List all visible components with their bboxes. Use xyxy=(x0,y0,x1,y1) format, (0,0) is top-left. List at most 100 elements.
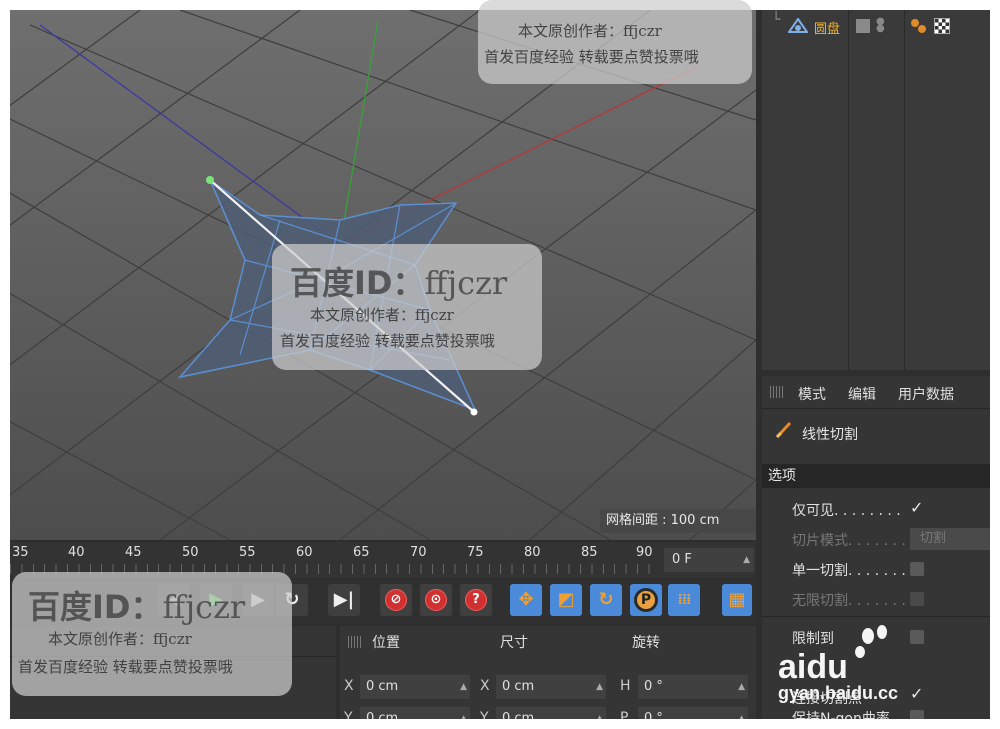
render-dots-icon[interactable]: ● ● xyxy=(876,17,885,34)
rotation-p-field[interactable]: 0 ° ▲▼ xyxy=(638,707,748,719)
tick-label: 35 xyxy=(12,545,29,560)
size-x-field[interactable]: 0 cm ▲▼ xyxy=(496,675,606,716)
scale-icon: ◩ xyxy=(557,589,575,610)
rotation-h-field[interactable]: 0 ° ▲▼ xyxy=(638,675,748,716)
parameter-key-button[interactable]: P xyxy=(630,584,662,616)
object-manager: └ 圆盘 ● ● xyxy=(762,10,990,370)
watermark-author: 本文原创作者：ffjczr xyxy=(48,630,192,648)
size-header: 尺寸 xyxy=(500,635,528,651)
watermark-notice: 首发百度经验 转载要点赞投票哦 xyxy=(484,48,699,66)
panel-grip-icon[interactable] xyxy=(348,636,362,648)
object-name[interactable]: 圆盘 xyxy=(814,18,840,37)
scale-key-button[interactable]: ◩ xyxy=(550,584,582,616)
watermark-author: 本文原创作者：ffjczr xyxy=(310,306,454,324)
axis-label: X xyxy=(344,678,354,694)
axis-label: P xyxy=(620,710,629,719)
coordinate-manager: 位置 尺寸 旋转 X 0 cm ▲▼ X 0 cm ▲▼ H 0 ° ▲▼ Y 0 c… xyxy=(340,626,756,719)
baidu-site-text: gyan.baidu.cc xyxy=(778,683,899,703)
options-section-header[interactable]: 选项 xyxy=(762,464,990,488)
move-icon: ✥ xyxy=(518,589,534,610)
position-y-value: 0 cm xyxy=(366,711,399,719)
goto-end-icon: ▶| xyxy=(333,589,355,610)
tick-label: 40 xyxy=(68,545,85,560)
grid-spacing-readout: 网格间距 : 100 cm xyxy=(600,509,756,533)
goto-end-button[interactable]: ▶| xyxy=(328,584,360,616)
slice-mode-select[interactable]: 切割 xyxy=(910,528,990,550)
z-axis-line xyxy=(39,24,341,246)
cut-end-point[interactable] xyxy=(470,408,478,416)
visibility-toggle-icon[interactable] xyxy=(856,19,870,33)
single-cut-checkbox[interactable] xyxy=(910,562,924,576)
tick-label: 55 xyxy=(239,545,256,560)
point-level-button[interactable]: ⁞⁞⁞ xyxy=(668,584,700,616)
tick-label: 90 xyxy=(636,545,653,560)
current-frame-value: 0 F xyxy=(672,552,692,567)
tick-label: 80 xyxy=(524,545,541,560)
question-icon: ? xyxy=(465,589,487,611)
rotate-icon: ↻ xyxy=(598,589,614,610)
parameter-icon: P xyxy=(634,588,658,612)
option-slice-mode-label: 切片模式. . . . . . . xyxy=(792,533,906,549)
move-key-button[interactable]: ✥ xyxy=(510,584,542,616)
menu-user-data[interactable]: 用户数据 xyxy=(898,384,954,404)
tick-label: 65 xyxy=(353,545,370,560)
record-key-icon: ⊘ xyxy=(385,589,407,611)
watermark-title: 百度ID：ffjczr xyxy=(28,588,246,626)
option-visible-only-label: 仅可见. . . . . . . . xyxy=(792,503,901,519)
axis-label: Y xyxy=(480,710,489,719)
material-tag-icon[interactable] xyxy=(934,18,950,34)
watermark-author: 本文原创作者：ffjczr xyxy=(518,22,662,40)
axis-label: H xyxy=(620,678,631,694)
position-y-field[interactable]: 0 cm ▲▼ xyxy=(360,707,470,719)
stepper-icon[interactable]: ▲▼ xyxy=(738,707,745,719)
infinite-cut-checkbox[interactable] xyxy=(910,592,924,606)
stepper-icon[interactable]: ▲▼ xyxy=(596,707,603,719)
option-single-cut-label: 单一切割. . . . . . . xyxy=(792,563,906,579)
panel-grip-icon[interactable] xyxy=(770,386,784,398)
tick-label: 70 xyxy=(410,545,427,560)
phong-tag-icon[interactable] xyxy=(910,18,928,38)
tick-label: 45 xyxy=(125,545,142,560)
size-x-value: 0 cm xyxy=(502,679,535,694)
watermark-title: 百度ID：ffjczr xyxy=(290,264,508,302)
size-y-value: 0 cm xyxy=(502,711,535,719)
rotate-key-button[interactable]: ↻ xyxy=(590,584,622,616)
tree-connector: └ xyxy=(772,12,781,28)
disc-object-icon xyxy=(787,17,809,38)
divider xyxy=(762,616,990,617)
knife-tool-icon xyxy=(774,420,794,444)
position-x-field[interactable]: 0 cm ▲▼ xyxy=(360,675,470,716)
menu-mode[interactable]: 模式 xyxy=(798,384,826,404)
visible-only-checkbox[interactable]: ✓ xyxy=(910,498,923,517)
cut-start-point[interactable] xyxy=(206,176,214,184)
attribute-menu-bar: 模式 编辑 用户数据 xyxy=(762,376,990,409)
baidu-logo-text: aidu xyxy=(778,648,848,686)
tick-label: 60 xyxy=(296,545,313,560)
rotation-header: 旋转 xyxy=(632,635,660,651)
record-keys-button[interactable]: ⊘ xyxy=(380,584,412,616)
size-y-field[interactable]: 0 cm ▲▼ xyxy=(496,707,606,719)
object-row-disc[interactable]: └ 圆盘 ● ● xyxy=(762,12,990,40)
column-divider xyxy=(848,10,849,370)
tick-label: 50 xyxy=(182,545,199,560)
watermark-notice: 首发百度经验 转载要点赞投票哦 xyxy=(18,658,233,676)
axis-label: Y xyxy=(344,710,353,719)
watermark-notice: 首发百度经验 转载要点赞投票哦 xyxy=(280,332,495,350)
watermark-top: 本文原创作者：ffjczr 首发百度经验 转载要点赞投票哦 xyxy=(478,0,752,84)
keyframe-help-button[interactable]: ? xyxy=(460,584,492,616)
watermark-bottom: 百度ID：ffjczr 本文原创作者：ffjczr 首发百度经验 转载要点赞投票… xyxy=(12,572,292,696)
tick-label: 85 xyxy=(581,545,598,560)
stepper-icon[interactable]: ▲▼ xyxy=(460,707,467,719)
tick-label: 75 xyxy=(467,545,484,560)
current-frame-field[interactable]: 0 F ▲▼ xyxy=(664,548,754,589)
timeline-film-button[interactable]: ▦ xyxy=(722,584,752,616)
rotation-h-value: 0 ° xyxy=(644,679,663,694)
rotation-p-value: 0 ° xyxy=(644,711,663,719)
axis-label: X xyxy=(480,678,490,694)
tool-title: 线性切割 xyxy=(802,427,858,443)
menu-edit[interactable]: 编辑 xyxy=(848,384,876,404)
watermark-center: 百度ID：ffjczr 本文原创作者：ffjczr 首发百度经验 转载要点赞投票… xyxy=(272,244,542,370)
auto-key-button[interactable]: ⊙ xyxy=(420,584,452,616)
position-header: 位置 xyxy=(372,635,400,651)
autokey-icon: ⊙ xyxy=(425,589,447,611)
